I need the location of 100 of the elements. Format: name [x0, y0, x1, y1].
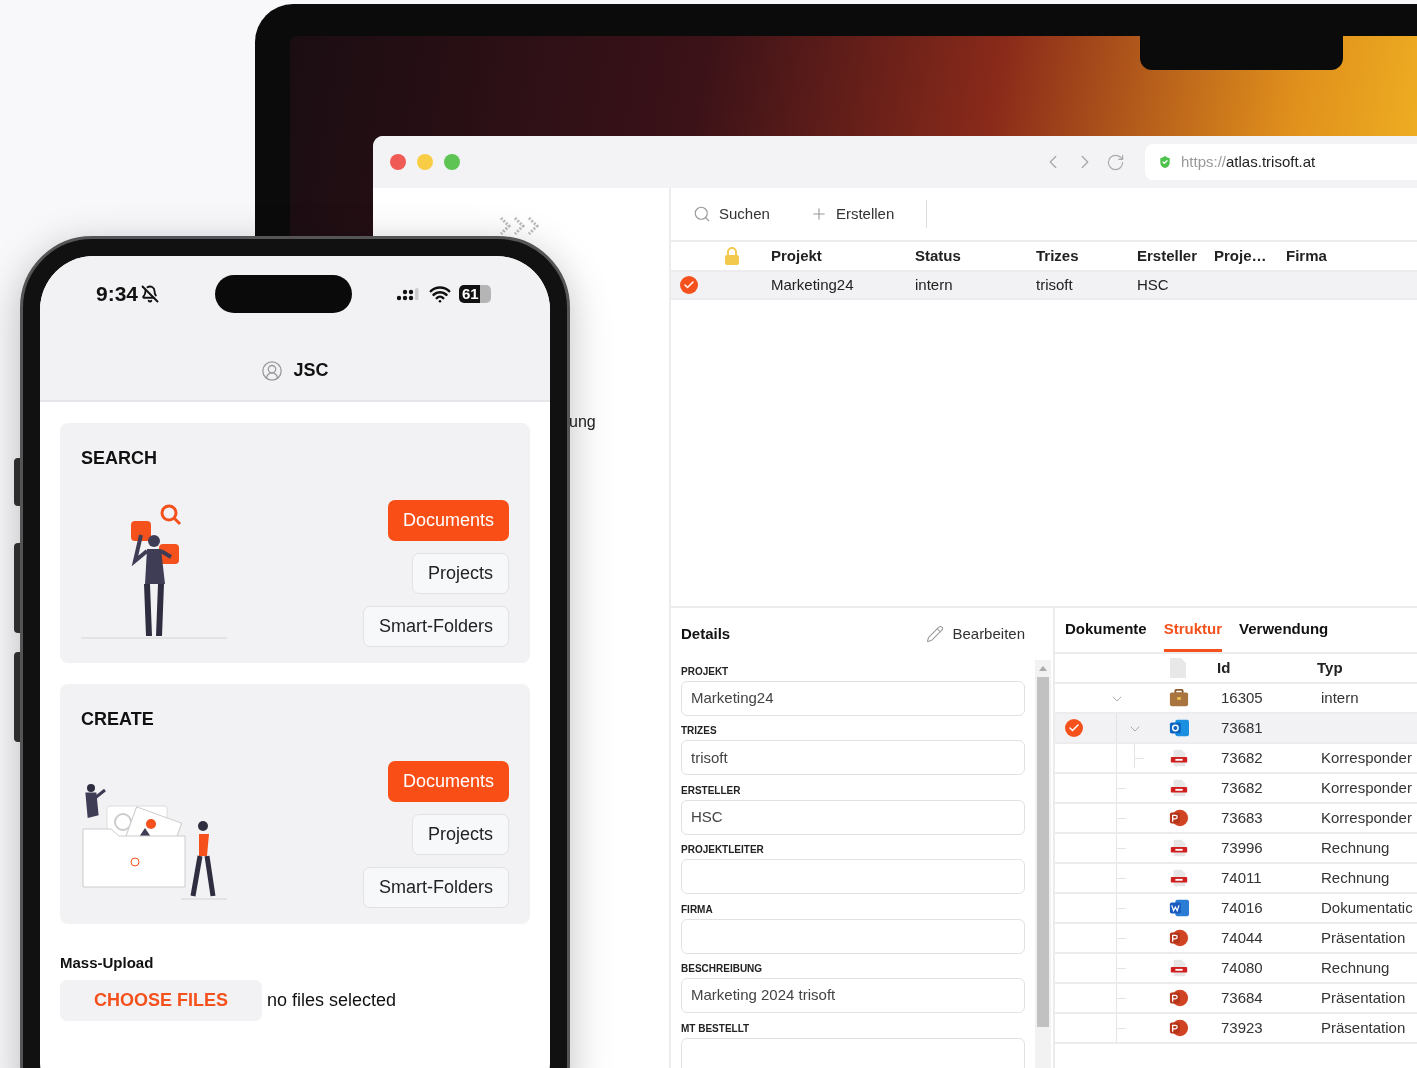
id-cell-text: 74011 [1221, 867, 1263, 888]
id-cell-text: 73923 [1221, 1017, 1264, 1038]
field-label: PROJEKTLEITER [681, 843, 765, 858]
mail-app-icon [1169, 718, 1189, 738]
pdf-file-icon [1169, 838, 1189, 858]
secure-shield-icon [1157, 154, 1173, 170]
input-field[interactable]: Marketing 2024 trisoft [681, 978, 1025, 1014]
tree-row[interactable]: 73684 Präsentation [1055, 984, 1417, 1014]
field-label: MT BESTELLT [681, 1021, 751, 1036]
input-field[interactable]: trisoft [681, 740, 1025, 776]
type-cell-text: Korresponder [1321, 807, 1412, 828]
secondary-button[interactable]: Projects [411, 814, 509, 855]
type-cell-text: Präsentation [1321, 987, 1406, 1008]
edit-button[interactable]: Bearbeiten [926, 622, 1025, 646]
table-cell-text: Marketing24 [771, 274, 855, 295]
field-label: TRIZES [681, 724, 718, 739]
column-header[interactable]: Trizes [1036, 244, 1137, 268]
type-cell-text: Präsentation [1321, 1017, 1406, 1038]
upload-status: no files selected [267, 988, 397, 1012]
pdf-file-icon [1169, 868, 1189, 888]
table-cell-text: trisoft [1036, 274, 1074, 295]
id-cell-text: 74080 [1221, 957, 1264, 978]
tree-row[interactable]: 74080 Rechnung [1055, 954, 1417, 984]
tree-row[interactable]: 74016 Dokumentatic [1055, 894, 1417, 924]
details-title: Details [681, 623, 731, 644]
lock-icon [723, 246, 741, 266]
column-header[interactable]: Ersteller [1137, 244, 1214, 268]
id-cell-text: 74044 [1221, 927, 1264, 948]
tree-row[interactable]: 73682 Korresponder [1055, 744, 1417, 774]
address-bar[interactable]: https://atlas.trisoft.at [1145, 144, 1417, 180]
secondary-button[interactable]: Smart-Folders [362, 867, 509, 908]
tree-row[interactable]: 73996 Rechnung [1055, 834, 1417, 864]
field-label: FIRMA [681, 902, 714, 917]
table-row[interactable]: Marketing24 intern trisoft HSC [671, 272, 1417, 300]
sidebar-label[interactable]: ung [569, 410, 596, 434]
type-cell-text: Rechnung [1321, 837, 1390, 858]
tab[interactable]: Verwendung [1239, 608, 1329, 652]
create-button[interactable]: Erstellen [809, 202, 895, 226]
column-header[interactable]: Typ [1317, 656, 1343, 680]
tree-row[interactable]: 73682 Korresponder [1055, 774, 1417, 804]
input-field[interactable]: HSC [681, 799, 1025, 835]
search-button[interactable]: Suchen [693, 202, 770, 226]
input-field[interactable]: Marketing24 [681, 681, 1025, 716]
minimize-window-button[interactable] [417, 154, 433, 170]
table-cell-text: HSC [1137, 274, 1170, 295]
presentation-icon [1169, 808, 1189, 828]
secondary-button[interactable]: Projects [411, 553, 509, 594]
maximize-window-button[interactable] [444, 154, 460, 170]
field-label: ERSTELLER [681, 783, 742, 798]
pdf-file-icon [1169, 778, 1189, 798]
type-cell-text: Korresponder [1321, 747, 1412, 768]
column-header[interactable]: Status [915, 244, 1036, 268]
field-label: PROJEKT [681, 665, 730, 679]
checked-icon[interactable] [1065, 719, 1083, 737]
tree-row[interactable]: 74044 Präsentation [1055, 924, 1417, 954]
column-header[interactable]: Proje… [1214, 244, 1286, 268]
input-field[interactable] [681, 1037, 1025, 1068]
section-title: SEARCH [81, 447, 158, 470]
secondary-button[interactable]: Smart-Folders [362, 606, 509, 647]
pdf-file-icon [1169, 958, 1189, 978]
reload-icon[interactable] [1106, 152, 1125, 172]
input-field[interactable] [681, 859, 1025, 895]
section-title: CREATE [81, 708, 155, 731]
id-cell-text: 73681 [1221, 717, 1264, 738]
id-cell-text: 16305 [1221, 687, 1264, 708]
column-header[interactable]: Id [1217, 656, 1317, 680]
scrollbar[interactable] [1035, 660, 1051, 1068]
tree-row[interactable]: 73681 [1055, 714, 1417, 744]
id-cell-text: 73684 [1221, 987, 1264, 1008]
pencil-icon [926, 625, 945, 643]
word-document-icon [1169, 898, 1189, 918]
id-cell-text: 73682 [1221, 777, 1264, 798]
tree-row[interactable]: 73923 Präsentation [1055, 1014, 1417, 1044]
id-cell-text: 73683 [1221, 807, 1264, 828]
silent-bell-icon [141, 285, 160, 303]
tree-row[interactable]: 73683 Korresponder [1055, 804, 1417, 834]
table-cell-text: intern [915, 274, 954, 295]
type-cell-text: intern [1321, 687, 1359, 708]
id-cell-text: 73996 [1221, 837, 1264, 858]
close-window-button[interactable] [390, 154, 406, 170]
wifi-icon [429, 283, 452, 305]
input-field[interactable] [681, 918, 1025, 954]
briefcase-icon [1169, 688, 1189, 708]
type-cell-text: Rechnung [1321, 867, 1390, 888]
column-header[interactable]: Projekt [771, 244, 915, 268]
type-cell-text: Korresponder [1321, 777, 1412, 798]
signal-icon [396, 286, 421, 302]
column-header[interactable]: Firma [1286, 244, 1366, 268]
upload-label: Mass-Upload [60, 953, 155, 973]
status-time: 9:34 [96, 281, 139, 308]
tab[interactable]: Dokumente [1065, 608, 1147, 652]
type-cell-text: Rechnung [1321, 957, 1390, 978]
checked-icon[interactable] [680, 276, 698, 294]
field-label: BESCHREIBUNG [681, 962, 764, 977]
tree-row[interactable]: 74011 Rechnung [1055, 864, 1417, 894]
id-cell-text: 73682 [1221, 747, 1264, 768]
type-cell-text: Präsentation [1321, 927, 1406, 948]
presentation-icon [1169, 988, 1189, 1008]
presentation-icon [1169, 928, 1189, 948]
user-name[interactable]: JSC [293, 357, 329, 384]
